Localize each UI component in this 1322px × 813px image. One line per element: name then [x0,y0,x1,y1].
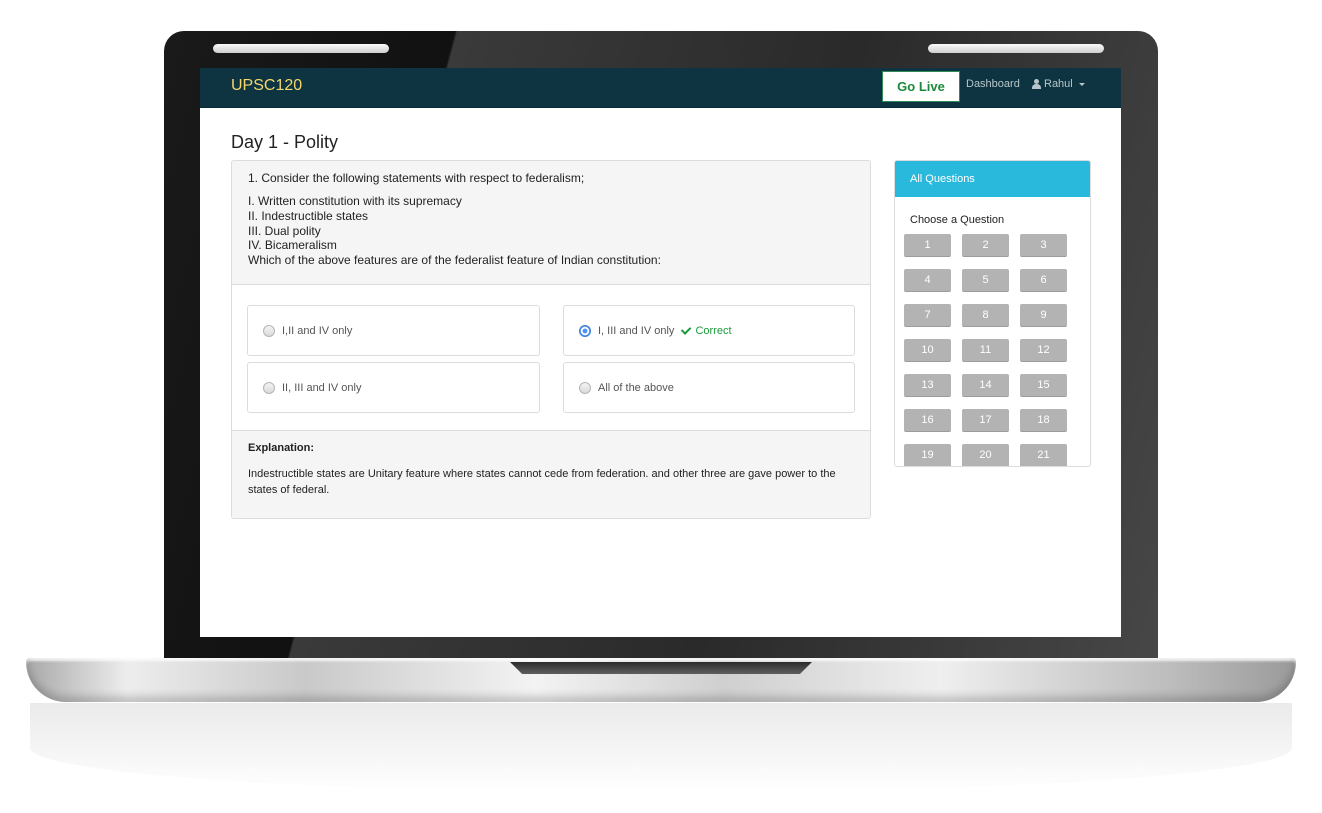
answer-option-3[interactable]: II, III and IV only [247,362,540,413]
question-number-button[interactable]: 21 [1020,444,1067,466]
question-number-button[interactable]: 12 [1020,339,1067,362]
radio-button-selected[interactable] [579,324,591,337]
question-number-button[interactable]: 1 [904,234,951,257]
question-number-button[interactable]: 9 [1020,304,1067,327]
navbar: UPSC120 Go Live Dashboard Rahul [200,68,1121,108]
option-label: II, III and IV only [282,381,362,394]
question-number-button[interactable]: 3 [1020,234,1067,257]
question-number-button[interactable]: 2 [962,234,1009,257]
question-number-button[interactable]: 19 [904,444,951,466]
question-grid: 1 2 3 4 5 6 7 8 9 10 11 12 13 14 15 16 17 18 19 20 21 [904,234,1084,466]
question-number-button[interactable]: 10 [904,339,951,362]
radio-button[interactable] [579,381,591,394]
option-label: All of the above [598,381,674,394]
explanation-title: Explanation: [248,442,315,454]
navigator-header[interactable]: All Questions [895,161,1090,197]
option-label: I, III and IV only [598,324,675,337]
option-label: I,II and IV only [282,324,353,337]
laptop-hinge-notch [510,662,812,674]
question-number-button[interactable]: 5 [962,269,1009,292]
radio-button[interactable] [263,324,275,337]
statement-4: IV. Bicameralism [248,238,337,253]
nav-dashboard-link[interactable]: Dashboard [966,78,1020,90]
laptop-reflection [30,703,1292,793]
user-name: Rahul [1044,78,1073,90]
checkmark-icon [681,323,692,335]
question-number-button[interactable]: 8 [962,304,1009,327]
lid-highlight-left [213,44,389,53]
question-panel: 1. Consider the following statements wit… [231,160,871,519]
question-number-button[interactable]: 20 [962,444,1009,466]
statement-3: III. Dual polity [248,223,321,238]
brand-logo[interactable]: UPSC120 [231,77,302,95]
caret-down-icon [1078,82,1085,86]
app-screen: UPSC120 Go Live Dashboard Rahul Day 1 - … [200,68,1121,637]
statement-1: I. Written constitution with its suprema… [248,194,462,208]
answer-option-4[interactable]: All of the above [563,362,855,413]
go-live-button[interactable]: Go Live [882,71,960,102]
statement-2: II. Indestructible states [248,208,369,223]
explanation-section: Explanation: Indestructible states are U… [232,430,870,518]
answer-option-2[interactable]: I, III and IV only Correct [563,305,855,356]
user-menu[interactable]: Rahul [1032,78,1085,90]
radio-button[interactable] [263,381,275,394]
answer-option-1[interactable]: I,II and IV only [247,305,540,356]
question-number-button[interactable]: 4 [904,269,951,292]
question-number-button[interactable]: 6 [1020,269,1067,292]
question-number-button[interactable]: 14 [962,374,1009,397]
question-prompt: Which of the above features are of the f… [248,253,661,268]
question-number-button[interactable]: 15 [1020,374,1067,397]
answer-options: I,II and IV only I, III and IV only Corr… [232,285,870,430]
page-title: Day 1 - Polity [231,132,339,152]
question-number-button[interactable]: 11 [962,339,1009,362]
question-number-button[interactable]: 17 [962,409,1009,432]
question-text: 1. Consider the following statements wit… [248,171,585,185]
question-number-button[interactable]: 13 [904,374,951,397]
navigator-subtitle: Choose a Question [910,214,1005,226]
user-icon [1032,79,1041,89]
correct-feedback: Correct [681,323,732,337]
question-navigator: All Questions Choose a Question 12345678… [894,160,1091,467]
question-number-button[interactable]: 18 [1020,409,1067,432]
lid-highlight-right [928,44,1104,53]
question-number-button[interactable]: 7 [904,304,951,327]
feedback-text: Correct [695,324,732,337]
question-statements: I. Written constitution with its suprema… [248,194,854,268]
question-number-button[interactable]: 16 [904,409,951,432]
question-header: 1. Consider the following statements wit… [232,161,870,285]
explanation-text: Indestructible states are Unitary featur… [248,468,836,496]
